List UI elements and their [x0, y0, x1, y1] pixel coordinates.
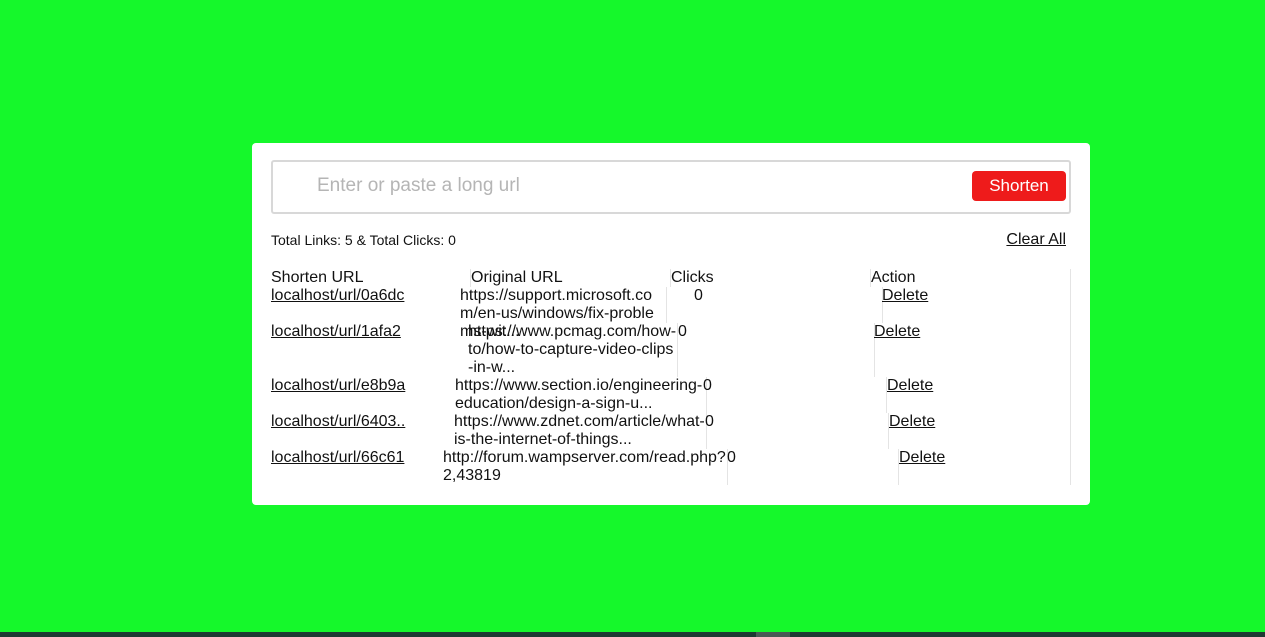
table-row: localhost/url/66c61 http://forum.wampser…: [271, 449, 1071, 485]
delete-link[interactable]: Delete: [887, 377, 933, 394]
short-url-link[interactable]: localhost/url/66c61: [271, 449, 404, 466]
clicks-count: 0: [694, 287, 883, 323]
clicks-count: 0: [678, 323, 875, 377]
short-url-link[interactable]: localhost/url/1afa2: [271, 323, 401, 340]
header-clicks: Clicks: [671, 269, 871, 287]
original-url: https://www.section.io/engineering-educa…: [455, 377, 707, 413]
table-row: localhost/url/0a6dc https://support.micr…: [271, 287, 1071, 340]
table-row: localhost/url/e8b9a https://www.section.…: [271, 377, 1071, 413]
header-action: Action: [871, 269, 1071, 287]
taskbar-thumb: [756, 632, 790, 637]
clicks-count: 0: [727, 449, 899, 485]
table-header: Shorten URL Original URL Clicks Action: [271, 269, 1071, 287]
original-url: http://forum.wampserver.com/read.php?2,4…: [443, 449, 728, 485]
original-url: https://www.zdnet.com/article/what-is-th…: [454, 413, 707, 449]
taskbar-strip: [0, 632, 1265, 637]
url-input-box: Shorten: [271, 160, 1071, 214]
header-shorten-url: Shorten URL: [271, 269, 471, 287]
header-original-url: Original URL: [471, 269, 671, 287]
clicks-count: 0: [703, 377, 887, 413]
original-url: https://www.pcmag.com/how-to/how-to-capt…: [468, 323, 678, 377]
short-url-link[interactable]: localhost/url/6403..: [271, 413, 405, 430]
url-shortener-card: Shorten Total Links: 5 & Total Clicks: 0…: [252, 143, 1090, 505]
short-url-link[interactable]: localhost/url/0a6dc: [271, 287, 404, 304]
delete-link[interactable]: Delete: [889, 413, 935, 430]
long-url-input[interactable]: [317, 170, 957, 202]
clicks-count: 0: [705, 413, 889, 449]
totals-summary: Total Links: 5 & Total Clicks: 0: [271, 232, 456, 248]
delete-link[interactable]: Delete: [874, 323, 920, 340]
table-row: localhost/url/6403.. https://www.zdnet.c…: [271, 413, 1071, 449]
shorten-button[interactable]: Shorten: [972, 171, 1066, 201]
delete-link[interactable]: Delete: [899, 449, 945, 466]
delete-link[interactable]: Delete: [882, 287, 928, 304]
original-url: https://support.microsoft.com/en-us/wind…: [460, 287, 667, 340]
links-table: Shorten URL Original URL Clicks Action l…: [271, 269, 1071, 485]
clear-all-link[interactable]: Clear All: [1006, 231, 1066, 249]
table-row: localhost/url/1afa2 https://www.pcmag.co…: [271, 323, 1071, 377]
short-url-link[interactable]: localhost/url/e8b9a: [271, 377, 405, 394]
